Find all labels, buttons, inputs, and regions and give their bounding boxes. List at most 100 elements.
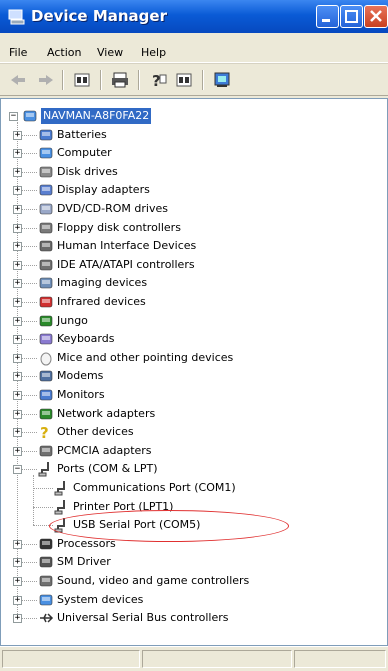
- tree-node-label[interactable]: Human Interface Devices: [57, 238, 196, 254]
- tree-node-label[interactable]: Infrared devices: [57, 294, 146, 310]
- menu-file[interactable]: File: [9, 46, 27, 59]
- expand-button[interactable]: +: [13, 391, 22, 400]
- tree-node-label[interactable]: Floppy disk controllers: [57, 220, 181, 236]
- network-adapter-icon: [39, 408, 53, 419]
- sm-driver-icon: [39, 557, 53, 568]
- maximize-button[interactable]: [340, 5, 363, 28]
- tree-node-label[interactable]: Imaging devices: [57, 275, 147, 291]
- expand-button[interactable]: +: [13, 614, 22, 624]
- expand-button[interactable]: +: [13, 372, 22, 382]
- keyboard-icon: [39, 333, 53, 345]
- tree-node-label[interactable]: Jungo: [57, 313, 88, 329]
- expand-button[interactable]: +: [13, 446, 22, 456]
- expand-button[interactable]: +: [13, 428, 22, 438]
- expand-button[interactable]: +: [13, 205, 22, 214]
- port-icon: [54, 499, 65, 515]
- tree-node-label[interactable]: Modems: [57, 368, 103, 384]
- port-icon: [54, 481, 65, 496]
- expand-button[interactable]: +: [13, 242, 22, 252]
- tree-node-label[interactable]: NAVMAN-A8F0FA22: [41, 108, 152, 124]
- collapse-button[interactable]: −: [9, 112, 18, 121]
- tree-line: [33, 475, 34, 526]
- title-bar[interactable]: Device Manager: [0, 0, 388, 33]
- tree-node-label[interactable]: SM Driver: [57, 554, 111, 570]
- expand-button[interactable]: +: [13, 353, 22, 363]
- tree-node-label[interactable]: Display adapters: [57, 182, 150, 198]
- tree-node-label[interactable]: Sound, video and game controllers: [57, 573, 249, 589]
- svg-text:?: ?: [40, 424, 49, 440]
- modem-icon: [39, 371, 53, 382]
- battery-icon: [39, 129, 53, 140]
- device-manager-icon: [8, 9, 25, 25]
- forward-icon[interactable]: [36, 71, 56, 89]
- scan-icon[interactable]: [212, 71, 232, 89]
- imaging-icon: [39, 278, 53, 289]
- help-icon[interactable]: ?: [148, 71, 168, 89]
- expand-button[interactable]: +: [13, 130, 22, 140]
- floppy-controller-icon: [39, 222, 53, 233]
- maximize-icon: [345, 10, 358, 23]
- expand-button[interactable]: +: [13, 335, 22, 345]
- expand-button[interactable]: +: [13, 223, 22, 233]
- tree-node-label[interactable]: Keyboards: [57, 331, 114, 347]
- tree-node-label[interactable]: DVD/CD-ROM drives: [57, 201, 168, 217]
- minimize-icon: [322, 19, 330, 22]
- tree-node-label[interactable]: Communications Port (COM1): [73, 480, 236, 496]
- expand-button[interactable]: +: [13, 167, 22, 177]
- expand-button[interactable]: +: [13, 539, 22, 549]
- minimize-button[interactable]: [316, 5, 339, 28]
- expand-button[interactable]: +: [13, 409, 22, 419]
- system-devices-icon: [39, 594, 53, 605]
- expand-button[interactable]: +: [13, 186, 22, 196]
- expand-button[interactable]: +: [13, 595, 22, 605]
- expand-button[interactable]: +: [13, 260, 22, 270]
- expand-button[interactable]: +: [13, 149, 22, 159]
- tree-node-label[interactable]: Other devices: [57, 424, 134, 440]
- view-icon[interactable]: [174, 71, 194, 89]
- processor-icon: [39, 538, 53, 550]
- tree-node-label[interactable]: Universal Serial Bus controllers: [57, 610, 228, 626]
- expand-button[interactable]: +: [13, 558, 22, 568]
- print-icon[interactable]: [110, 71, 130, 89]
- window-title: Device Manager: [31, 7, 167, 25]
- tree-layer: − NAVMAN-A8F0FA22 + Batteries + Computer + Disk…: [1, 99, 387, 645]
- expand-button[interactable]: +: [13, 298, 22, 307]
- expand-button[interactable]: +: [13, 279, 22, 289]
- back-icon[interactable]: [8, 71, 28, 89]
- status-bar: [0, 646, 388, 671]
- monitor-icon: [39, 389, 53, 401]
- tree-node-label[interactable]: System devices: [57, 592, 143, 608]
- menu-view[interactable]: View: [97, 46, 123, 59]
- sound-icon: [39, 575, 53, 587]
- status-cell: [142, 650, 292, 668]
- tree-node-label[interactable]: Mice and other pointing devices: [57, 350, 233, 366]
- tree-node-label[interactable]: Disk drives: [57, 164, 118, 180]
- tree-node-label[interactable]: Processors: [57, 536, 116, 552]
- close-button[interactable]: [364, 5, 388, 28]
- status-cell: [2, 650, 140, 668]
- status-cell: [294, 650, 386, 668]
- infrared-icon: [39, 296, 53, 308]
- expand-button[interactable]: +: [13, 577, 22, 586]
- tree-node-label[interactable]: Batteries: [57, 127, 107, 143]
- hid-icon: [39, 240, 53, 252]
- disk-drive-icon: [39, 166, 53, 178]
- device-tree[interactable]: − NAVMAN-A8F0FA22 + Batteries + Computer + Disk…: [0, 98, 388, 646]
- menu-bar: File Action View Help: [0, 33, 388, 63]
- tree-node-label[interactable]: PCMCIA adapters: [57, 443, 152, 459]
- display-adapter-icon: [39, 185, 53, 196]
- computer-icon: [23, 110, 37, 122]
- menu-action[interactable]: Action: [47, 46, 81, 59]
- tree-node-label[interactable]: Monitors: [57, 387, 105, 403]
- tree-node-label[interactable]: Network adapters: [57, 406, 155, 422]
- tree-node-label[interactable]: IDE ATA/ATAPI controllers: [57, 257, 195, 273]
- expand-button[interactable]: +: [13, 316, 22, 326]
- tree-line: [33, 488, 53, 489]
- menu-help[interactable]: Help: [141, 46, 166, 59]
- collapse-button[interactable]: −: [13, 465, 22, 475]
- tree-node-label[interactable]: Computer: [57, 145, 112, 161]
- cdrom-icon: [39, 203, 53, 215]
- pcmcia-icon: [39, 445, 53, 457]
- properties-icon[interactable]: [72, 71, 92, 89]
- tree-node-label[interactable]: Ports (COM & LPT): [57, 461, 158, 477]
